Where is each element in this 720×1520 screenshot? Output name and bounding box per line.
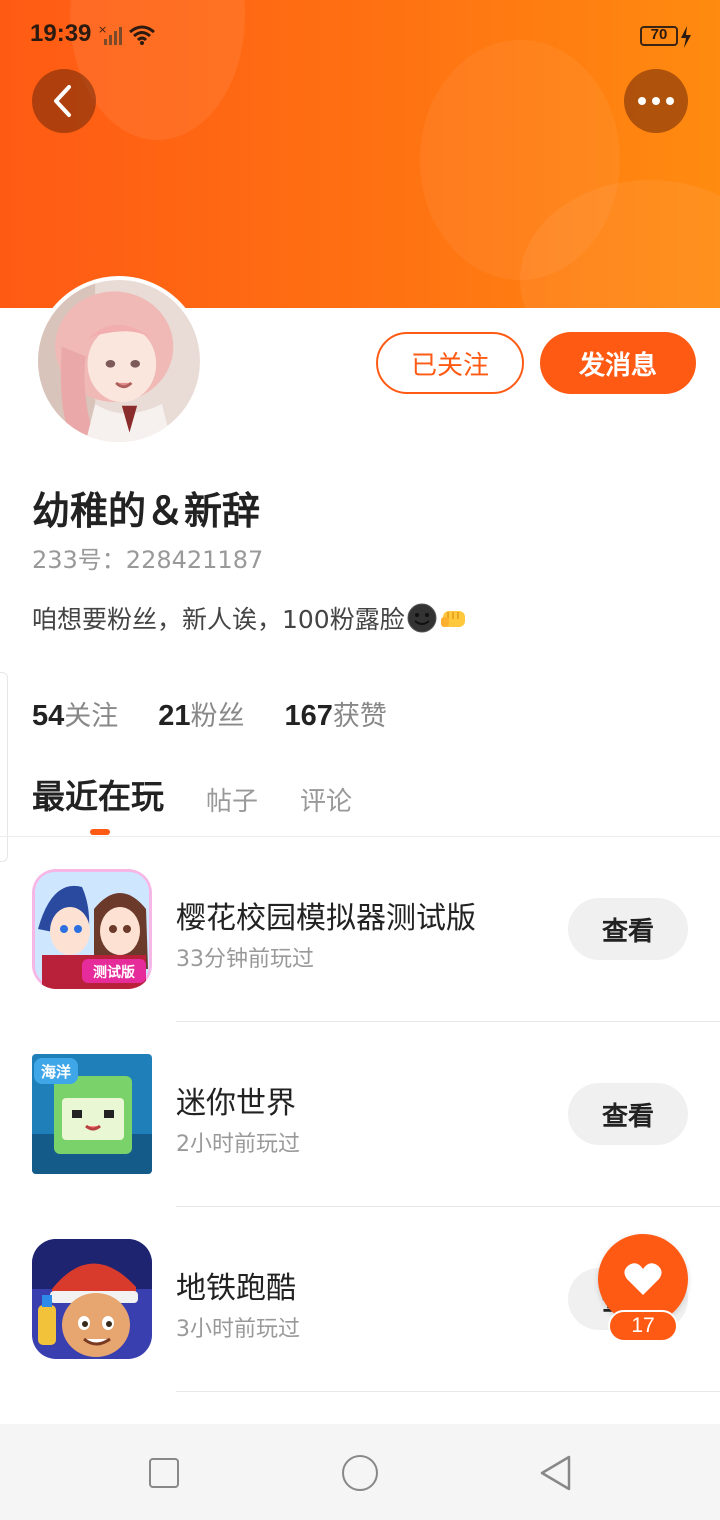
more-options-button[interactable] <box>624 69 688 133</box>
tab-recently-played[interactable]: 最近在玩 <box>32 770 164 818</box>
sakura-school-game-icon: 测试版 <box>32 869 152 989</box>
stat-following[interactable]: 54关注 <box>32 694 118 733</box>
signal-icon: × <box>98 24 122 45</box>
recent-apps-button[interactable] <box>149 1458 179 1488</box>
view-game-button[interactable]: 查看 <box>568 898 688 960</box>
list-item[interactable]: 海洋 迷你世界 2小时前玩过 查看 <box>0 1022 720 1207</box>
follow-status-button[interactable]: 已关注 <box>376 332 524 394</box>
battery-level: 70 <box>650 26 668 43</box>
wifi-icon <box>129 25 155 45</box>
stat-likes[interactable]: 167获赞 <box>285 694 387 733</box>
profile-stats: 54关注 21粉丝 167获赞 <box>32 694 427 733</box>
back-button[interactable] <box>32 69 96 133</box>
bio-text: 咱想要粉丝，新人诶，100粉露脸 <box>32 605 405 634</box>
status-bar: 19:39 × 70 <box>0 0 720 72</box>
status-time: 19:39 <box>30 20 92 47</box>
list-item[interactable]: 测试版 樱花校园模拟器测试版 33分钟前玩过 查看 <box>0 837 720 1022</box>
system-nav-bar <box>0 1424 720 1520</box>
game-name: 樱花校园模拟器测试版 <box>176 901 476 936</box>
game-name: 迷你世界 <box>176 1086 296 1121</box>
user-id: 233号：228421187 <box>32 546 264 574</box>
game-played-time: 3小时前玩过 <box>176 1317 300 1342</box>
row-divider <box>176 1391 720 1392</box>
tab-posts[interactable]: 帖子 <box>206 771 258 818</box>
tab-indicator <box>90 829 110 835</box>
more-dots-icon <box>638 97 674 105</box>
svg-text:海洋: 海洋 <box>41 1063 71 1081</box>
svg-text:×: × <box>98 24 107 36</box>
fist-emoji-icon <box>440 611 465 627</box>
mini-world-game-icon: 海洋 <box>32 1054 152 1174</box>
avatar-image <box>38 280 200 442</box>
tab-comments[interactable]: 评论 <box>300 771 352 818</box>
smile-emoji-icon <box>407 603 437 633</box>
nav-back-triangle-icon[interactable] <box>538 1454 572 1492</box>
stat-followers[interactable]: 21粉丝 <box>158 694 244 733</box>
home-button[interactable] <box>342 1455 378 1491</box>
svg-text:测试版: 测试版 <box>93 964 135 981</box>
send-message-button[interactable]: 发消息 <box>540 332 696 394</box>
battery-icon: 70 <box>640 26 678 46</box>
subway-surfers-game-icon <box>32 1239 152 1359</box>
game-played-time: 33分钟前玩过 <box>176 947 314 972</box>
side-drawer-handle[interactable] <box>0 672 8 862</box>
view-game-button[interactable]: 查看 <box>568 1083 688 1145</box>
game-played-time: 2小时前玩过 <box>176 1132 300 1157</box>
game-name: 地铁跑酷 <box>176 1271 296 1306</box>
avatar[interactable] <box>34 276 204 446</box>
heart-icon <box>624 1263 662 1295</box>
like-count-badge: 17 <box>608 1310 678 1342</box>
username: 幼稚的＆新辞 <box>32 489 261 533</box>
profile-tabs: 最近在玩 帖子 评论 <box>32 770 394 818</box>
charging-icon <box>681 26 691 48</box>
bio: 咱想要粉丝，新人诶，100粉露脸 <box>32 600 469 636</box>
chevron-left-icon <box>54 85 71 117</box>
